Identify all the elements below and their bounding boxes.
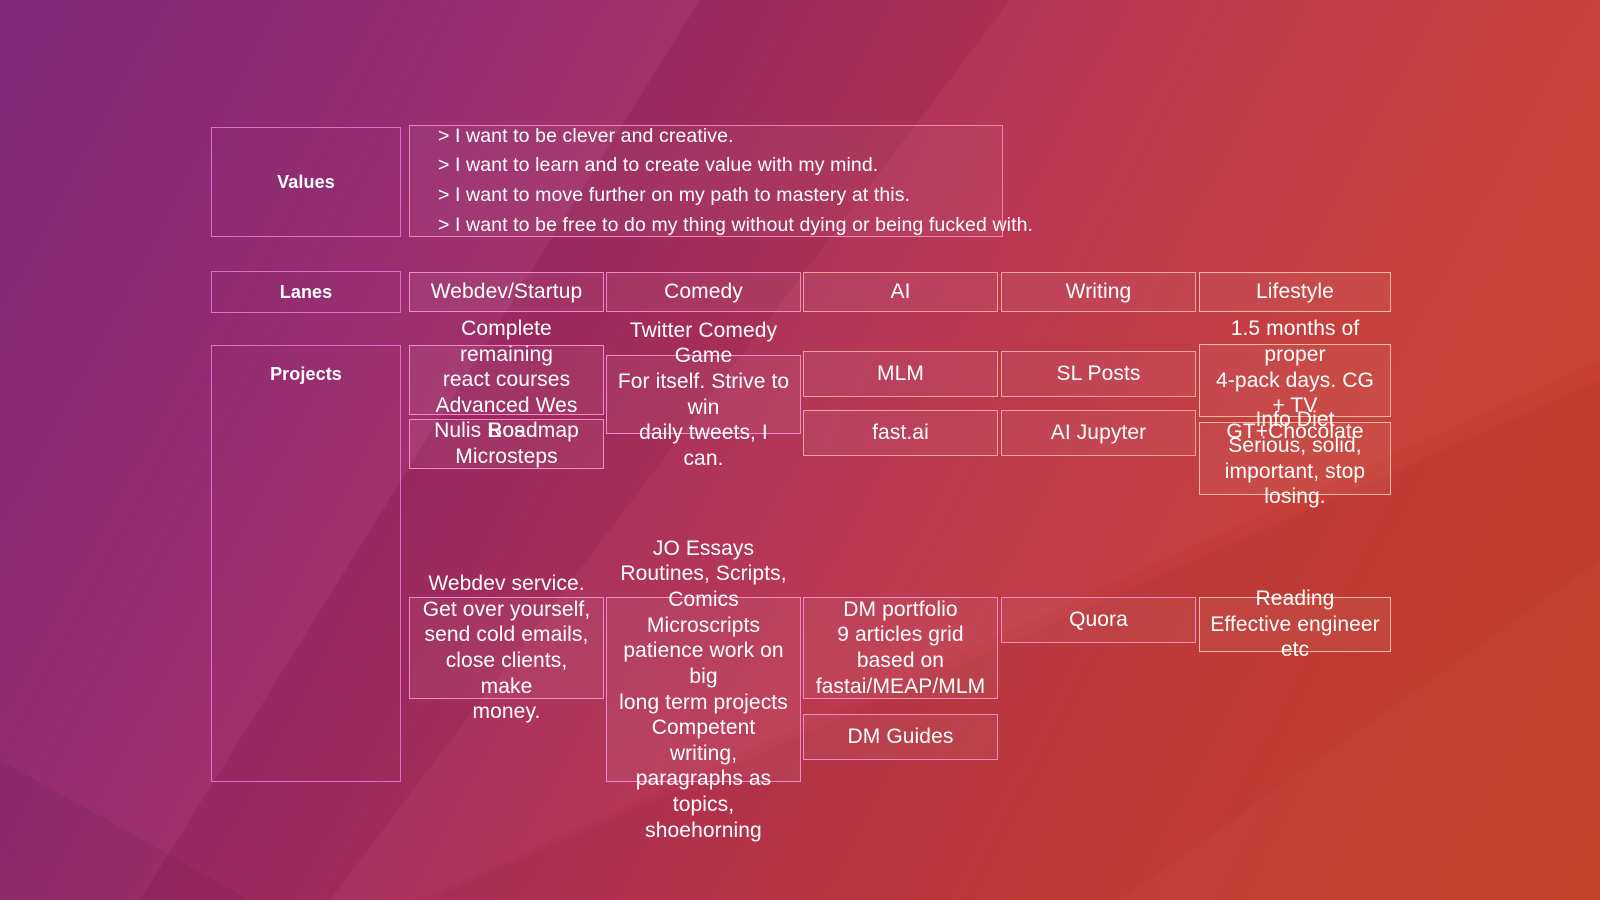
project-card-twitter-comedy-game[interactable]: Twitter Comedy Game For itself. Strive to… bbox=[606, 319, 801, 470]
row-label-projects: Projects bbox=[211, 345, 401, 782]
row-label-lanes-text: Lanes bbox=[279, 281, 333, 302]
project-card-text: MLM bbox=[877, 361, 924, 385]
project-card-text: JO Essays Routines, Scripts, Comics Micros… bbox=[619, 536, 788, 842]
lane-label: Writing bbox=[1065, 279, 1132, 303]
row-label-values: Values bbox=[211, 127, 401, 237]
project-card-ai-jupyter[interactable]: AI Jupyter bbox=[1001, 410, 1196, 456]
lane-label: AI bbox=[890, 279, 911, 303]
strategy-board: Values > I want to be clever and creativ… bbox=[0, 0, 1600, 900]
row-label-lanes: Lanes bbox=[211, 271, 401, 313]
lane-label: Comedy bbox=[664, 279, 743, 303]
project-card-nulis-roadmap[interactable]: Nulis Roadmap Microsteps bbox=[409, 419, 604, 469]
row-label-values-text: Values bbox=[277, 171, 335, 192]
project-card-text: Nulis Roadmap Microsteps bbox=[434, 419, 579, 468]
project-card-jo-essays[interactable]: JO Essays Routines, Scripts, Comics Micros… bbox=[606, 537, 801, 842]
project-card-text: Webdev service. Get over yourself, send co… bbox=[422, 572, 591, 724]
project-card-dm-portfolio[interactable]: DM portfolio 9 articles grid based on fasta… bbox=[803, 597, 998, 699]
lane-label: Lifestyle bbox=[1256, 279, 1334, 303]
project-card-text: DM Guides bbox=[847, 724, 954, 748]
project-card-fastai[interactable]: fast.ai bbox=[803, 410, 998, 456]
project-card-text: SL Posts bbox=[1056, 361, 1141, 385]
values-statement-card: > I want to be clever and creative. > I … bbox=[409, 125, 1033, 237]
project-card-text: Quora bbox=[1069, 607, 1128, 631]
project-card-sl-posts[interactable]: SL Posts bbox=[1001, 351, 1196, 397]
project-card-text: Twitter Comedy Game For itself. Strive to… bbox=[617, 318, 790, 470]
project-card-webdev-service[interactable]: Webdev service. Get over yourself, send co… bbox=[409, 572, 604, 723]
values-list-item: > I want to move further on my path to m… bbox=[438, 184, 911, 206]
lane-ai[interactable]: AI bbox=[803, 272, 998, 312]
lane-comedy[interactable]: Comedy bbox=[606, 272, 801, 312]
project-card-quora[interactable]: Quora bbox=[1001, 597, 1196, 643]
project-card-text: DM portfolio 9 articles grid based on fasta… bbox=[815, 597, 986, 698]
values-list-item: > I want to be clever and creative. bbox=[438, 124, 734, 147]
lane-lifestyle[interactable]: Lifestyle bbox=[1199, 272, 1391, 312]
lane-webdev-startup[interactable]: Webdev/Startup bbox=[409, 272, 604, 312]
project-card-text: AI Jupyter bbox=[1050, 420, 1147, 444]
values-list: > I want to be clever and creative. > I … bbox=[438, 122, 1033, 241]
lane-writing[interactable]: Writing bbox=[1001, 272, 1196, 312]
project-card-text: Info Diet Serious, solid, important, stop … bbox=[1224, 408, 1366, 509]
project-card-mlm[interactable]: MLM bbox=[803, 351, 998, 397]
values-list-item: > I want to learn and to create value wi… bbox=[438, 154, 879, 177]
values-list-item: > I want to be free to do my thing witho… bbox=[438, 213, 1034, 236]
project-card-text: fast.ai bbox=[872, 420, 929, 444]
project-card-complete-react-courses[interactable]: Complete remaining react courses Advanced … bbox=[409, 317, 604, 442]
project-card-4pack-days[interactable]: 1.5 months of proper 4-pack days. CG + TV… bbox=[1199, 317, 1391, 443]
project-card-dm-guides[interactable]: DM Guides bbox=[803, 714, 998, 760]
project-card-text: Reading Effective engineer etc bbox=[1210, 587, 1380, 662]
lane-label: Webdev/Startup bbox=[430, 279, 583, 303]
row-label-projects-text: Projects bbox=[270, 364, 342, 384]
project-card-info-diet[interactable]: Info Diet Serious, solid, important, stop … bbox=[1199, 408, 1391, 508]
project-card-reading[interactable]: Reading Effective engineer etc bbox=[1199, 587, 1391, 661]
